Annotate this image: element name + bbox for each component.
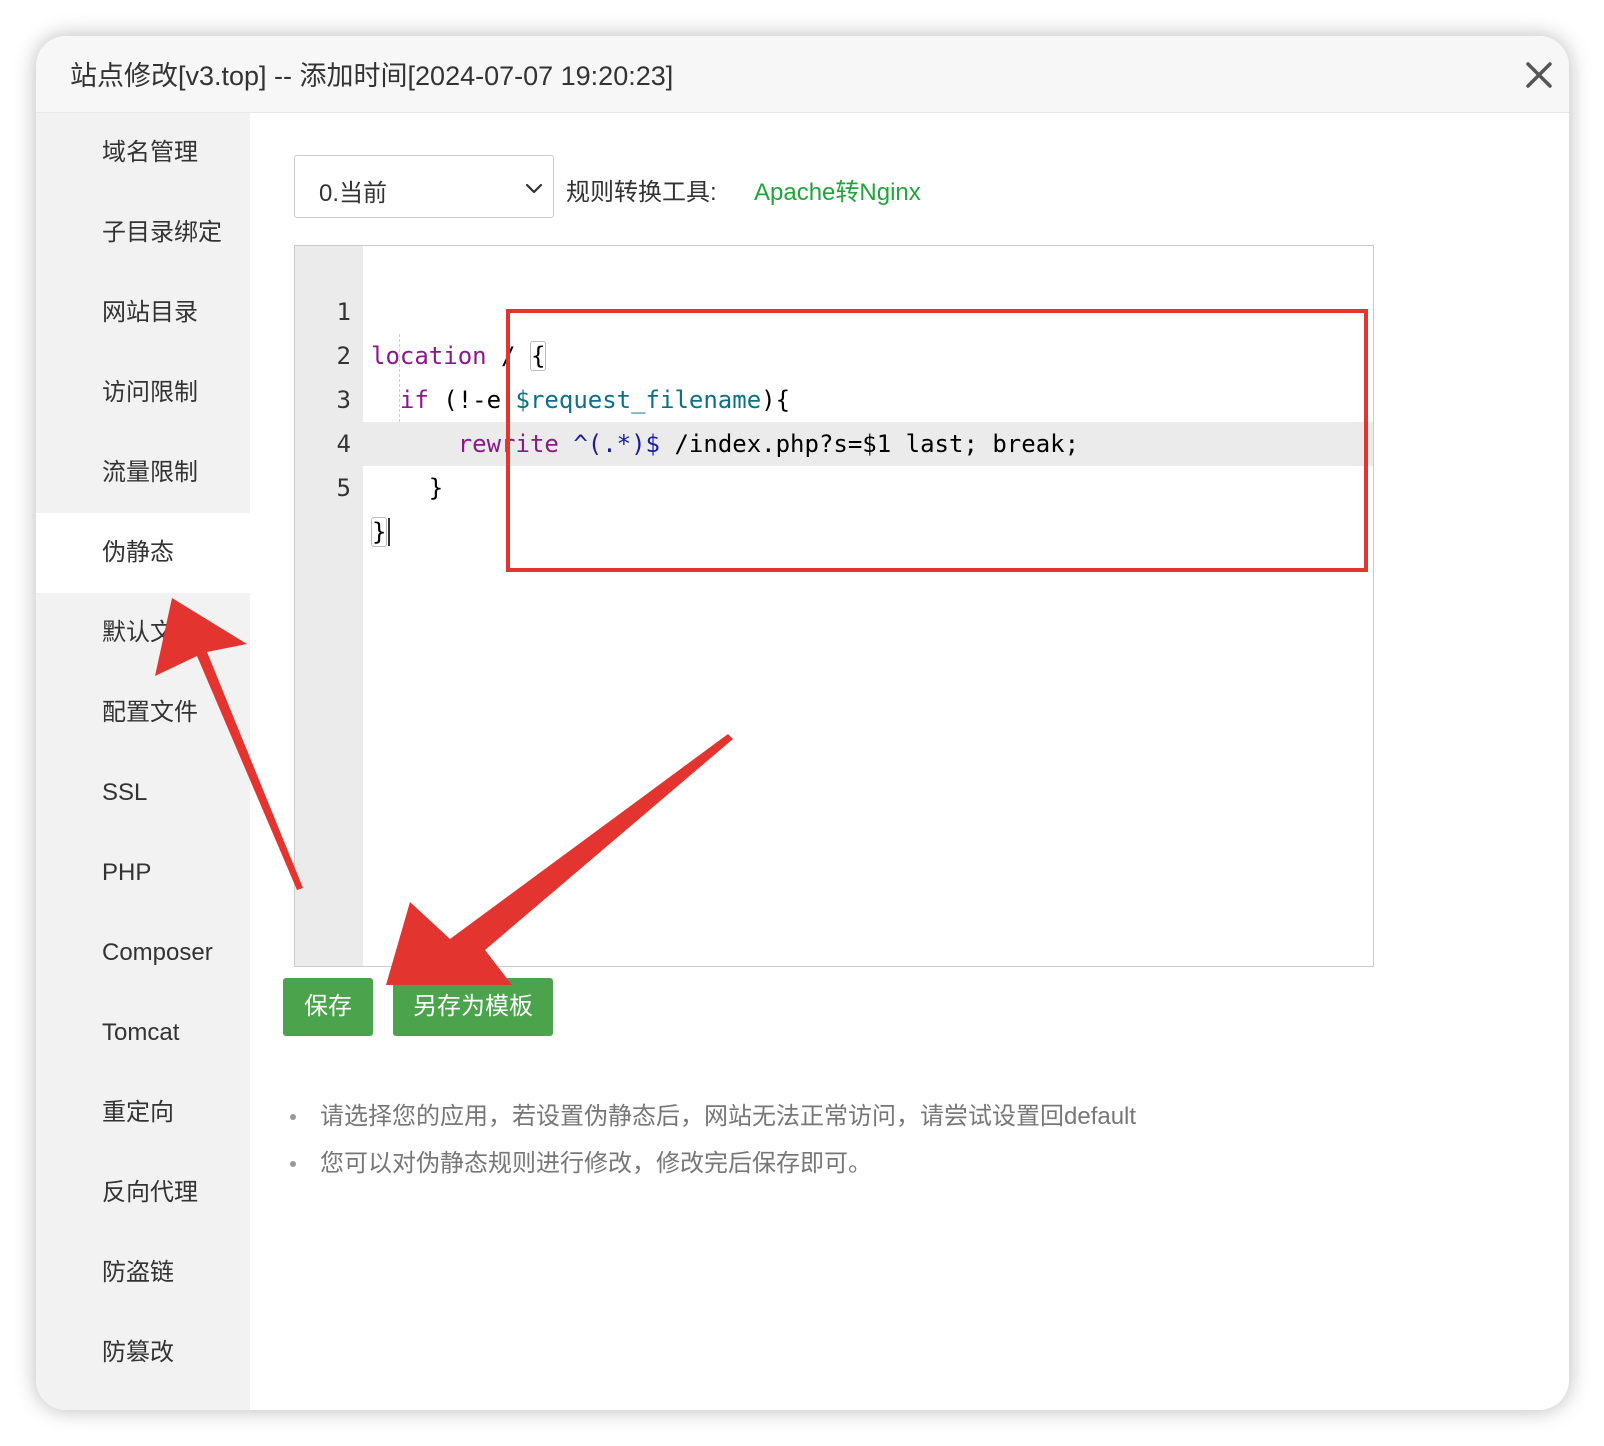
site-edit-dialog: 站点修改[v3.top] -- 添加时间[2024-07-07 19:20:23… bbox=[36, 36, 1569, 1410]
bullet-icon bbox=[290, 1114, 296, 1120]
sidebar-item-redirect[interactable]: 重定向 bbox=[36, 1073, 250, 1153]
tip-item: 您可以对伪静态规则进行修改，修改完后保存即可。 bbox=[290, 1140, 1136, 1187]
tip-item: 请选择您的应用，若设置伪静态后，网站无法正常访问，请尝试设置回default bbox=[290, 1093, 1136, 1140]
sidebar-item-reverse-proxy[interactable]: 反向代理 bbox=[36, 1153, 250, 1233]
sidebar: 域名管理 子目录绑定 网站目录 访问限制 流量限制 伪静态 默认文 配置文件 S… bbox=[36, 113, 250, 1410]
sidebar-item-rewrite[interactable]: 伪静态 bbox=[36, 513, 250, 593]
sidebar-item-config-file[interactable]: 配置文件 bbox=[36, 673, 250, 753]
chevron-down-icon bbox=[523, 177, 545, 199]
matched-bracket: } bbox=[371, 517, 388, 547]
sidebar-item-php[interactable]: PHP bbox=[36, 833, 250, 913]
sidebar-item-access-limit[interactable]: 访问限制 bbox=[36, 353, 250, 433]
sidebar-item-site-directory[interactable]: 网站目录 bbox=[36, 273, 250, 353]
save-button[interactable]: 保存 bbox=[283, 978, 373, 1036]
annotation-highlight-box bbox=[506, 309, 1368, 572]
sidebar-item-tamper-protection[interactable]: 防篡改 bbox=[36, 1313, 250, 1393]
text-cursor bbox=[388, 518, 391, 546]
sidebar-item-domain[interactable]: 域名管理 bbox=[36, 113, 250, 193]
sidebar-item-tomcat[interactable]: Tomcat bbox=[36, 993, 250, 1073]
code-line: 1 location / { bbox=[295, 246, 1373, 371]
dialog-titlebar: 站点修改[v3.top] -- 添加时间[2024-07-07 19:20:23… bbox=[36, 36, 1569, 113]
sidebar-item-composer[interactable]: Composer bbox=[36, 913, 250, 993]
apache-to-nginx-link[interactable]: Apache转Nginx bbox=[754, 172, 921, 207]
tips-list: 请选择您的应用，若设置伪静态后，网站无法正常访问，请尝试设置回default 您… bbox=[290, 1093, 1136, 1187]
tip-text: 请选择您的应用，若设置伪静态后，网站无法正常访问，请尝试设置回default bbox=[320, 1103, 1137, 1130]
rewrite-panel: 0.当前 规则转换工具: Apache转Nginx 1 location / {… bbox=[250, 113, 1569, 1410]
rule-converter-label: 规则转换工具: bbox=[566, 179, 717, 206]
sidebar-item-traffic-limit[interactable]: 流量限制 bbox=[36, 433, 250, 513]
close-icon[interactable] bbox=[1522, 58, 1556, 92]
line-number: 5 bbox=[336, 474, 351, 502]
rewrite-template-select[interactable]: 0.当前 bbox=[294, 155, 554, 218]
sidebar-item-subdir-binding[interactable]: 子目录绑定 bbox=[36, 193, 250, 273]
dialog-title: 站点修改[v3.top] -- 添加时间[2024-07-07 19:20:23… bbox=[70, 61, 674, 91]
sidebar-item-default-doc[interactable]: 默认文 bbox=[36, 593, 250, 673]
save-as-template-button[interactable]: 另存为模板 bbox=[393, 978, 553, 1036]
bullet-icon bbox=[290, 1161, 296, 1167]
sidebar-item-ssl[interactable]: SSL bbox=[36, 753, 250, 833]
select-value: 0.当前 bbox=[319, 180, 388, 207]
tip-text: 您可以对伪静态规则进行修改，修改完后保存即可。 bbox=[320, 1150, 872, 1177]
sidebar-item-hotlink-protection[interactable]: 防盗链 bbox=[36, 1233, 250, 1313]
